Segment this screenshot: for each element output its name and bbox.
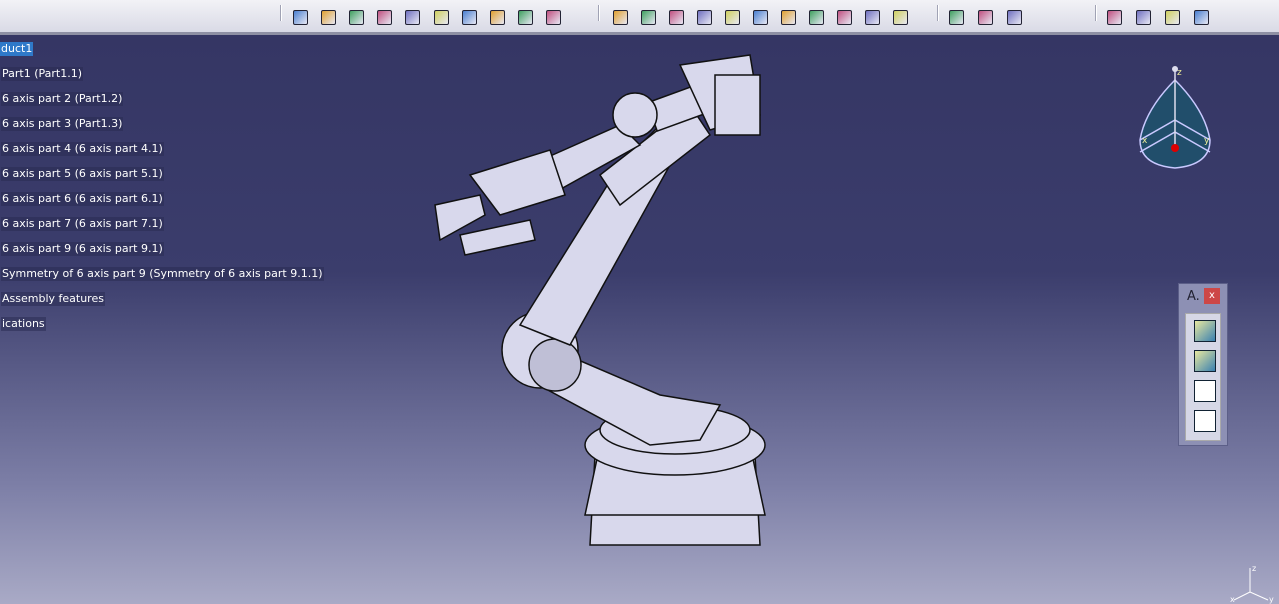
svg-text:y: y [1269, 595, 1274, 604]
anchor-icon [405, 9, 421, 25]
scene-button[interactable] [1104, 7, 1124, 27]
tree-icon[interactable] [1194, 380, 1216, 402]
measure-icon [461, 9, 477, 25]
toolbar-separator [937, 5, 939, 21]
panel-close-button[interactable]: x [1204, 288, 1220, 304]
enhanced-scene-button[interactable] [1191, 7, 1211, 27]
svg-text:x: x [1230, 595, 1235, 604]
measure-button[interactable] [459, 7, 479, 27]
fit-all-button[interactable] [1162, 7, 1182, 27]
replace-component-button[interactable] [750, 7, 770, 27]
graph-tree-reordering-button[interactable] [778, 7, 798, 27]
axis-triad-icon: z x y [1230, 564, 1274, 604]
manage-representations-icon [864, 9, 880, 25]
sectioning-button[interactable] [375, 7, 395, 27]
panel-title: A. [1187, 289, 1200, 304]
disabled-constraint-button[interactable] [516, 7, 536, 27]
fix-together-button[interactable] [544, 7, 564, 27]
compass-x-label: x [1142, 136, 1148, 146]
tree-node[interactable]: Symmetry of 6 axis part 9 (Symmetry of 6… [1, 267, 324, 281]
tree-node[interactable]: 6 axis part 6 (6 axis part 6.1) [1, 192, 164, 206]
multi-instantiation-icon [892, 9, 908, 25]
tree-node[interactable]: Assembly features [1, 292, 105, 306]
explode-button[interactable] [318, 7, 338, 27]
selective-load-button[interactable] [834, 7, 854, 27]
enhanced-scene-icon [1193, 9, 1209, 25]
toolbar-separator [598, 5, 600, 21]
replace-component-icon [752, 9, 768, 25]
manipulation-icon [292, 9, 308, 25]
graph-tree-reordering-icon [780, 9, 796, 25]
manage-representations-button[interactable] [862, 7, 882, 27]
snap-button[interactable] [487, 7, 507, 27]
manipulation-button[interactable] [290, 7, 310, 27]
catalog-button[interactable] [1133, 7, 1153, 27]
new-part-icon [668, 9, 684, 25]
svg-text:z: z [1252, 564, 1256, 573]
publish-icon [948, 9, 964, 25]
disabled-constraint-icon [518, 9, 534, 25]
fix-together-icon [546, 9, 562, 25]
snap-icon [489, 9, 505, 25]
multi-instantiation-button[interactable] [890, 7, 910, 27]
reuse-publication-icon [977, 9, 993, 25]
panel-icons [1185, 313, 1221, 441]
clip-button[interactable] [431, 7, 451, 27]
publish-button[interactable] [946, 7, 966, 27]
robot-arm-model[interactable] [420, 45, 780, 565]
clash-icon [348, 9, 364, 25]
existing-component-positioning-icon [724, 9, 740, 25]
existing-component-icon [696, 9, 712, 25]
split-icon[interactable] [1194, 350, 1216, 372]
tree-node[interactable]: duct1 [0, 42, 34, 56]
scene-icon [1106, 9, 1122, 25]
fit-all-icon [1164, 9, 1180, 25]
assembly-feature-icon[interactable] [1194, 320, 1216, 342]
new-product-button[interactable] [638, 7, 658, 27]
new-product-icon [640, 9, 656, 25]
tree-node[interactable]: 6 axis part 3 (Part1.3) [1, 117, 124, 131]
new-component-icon [612, 9, 628, 25]
tree-red-icon[interactable] [1194, 410, 1216, 432]
tree-node[interactable]: 6 axis part 5 (6 axis part 5.1) [1, 167, 164, 181]
assembly-features-toolbar[interactable]: A. x [1178, 283, 1228, 446]
catalog-icon [1135, 9, 1151, 25]
explode-icon [320, 9, 336, 25]
tree-node[interactable]: 6 axis part 9 (6 axis part 9.1) [1, 242, 164, 256]
update-publication-icon [1006, 9, 1022, 25]
toolbar-separator [1095, 5, 1097, 21]
compass-y-label: y [1204, 136, 1210, 146]
toolbar [0, 0, 1279, 35]
toolbar-separator [280, 5, 282, 21]
tree-node[interactable]: Part1 (Part1.1) [1, 67, 84, 81]
tree-node[interactable]: ications [1, 317, 46, 331]
clash-button[interactable] [346, 7, 366, 27]
existing-component-button[interactable] [694, 7, 714, 27]
new-component-button[interactable] [610, 7, 630, 27]
generate-numbering-icon [808, 9, 824, 25]
compass-z-label: z [1177, 68, 1182, 78]
sectioning-icon [377, 9, 393, 25]
compass[interactable]: z x y [1130, 60, 1220, 179]
selective-load-icon [836, 9, 852, 25]
tree-node[interactable]: 6 axis part 2 (Part1.2) [1, 92, 124, 106]
tree-node[interactable]: 6 axis part 4 (6 axis part 4.1) [1, 142, 164, 156]
update-publication-button[interactable] [1004, 7, 1024, 27]
anchor-button[interactable] [403, 7, 423, 27]
reuse-publication-button[interactable] [975, 7, 995, 27]
new-part-button[interactable] [666, 7, 686, 27]
tree-node[interactable]: 6 axis part 7 (6 axis part 7.1) [1, 217, 164, 231]
clip-icon [433, 9, 449, 25]
generate-numbering-button[interactable] [806, 7, 826, 27]
existing-component-positioning-button[interactable] [722, 7, 742, 27]
